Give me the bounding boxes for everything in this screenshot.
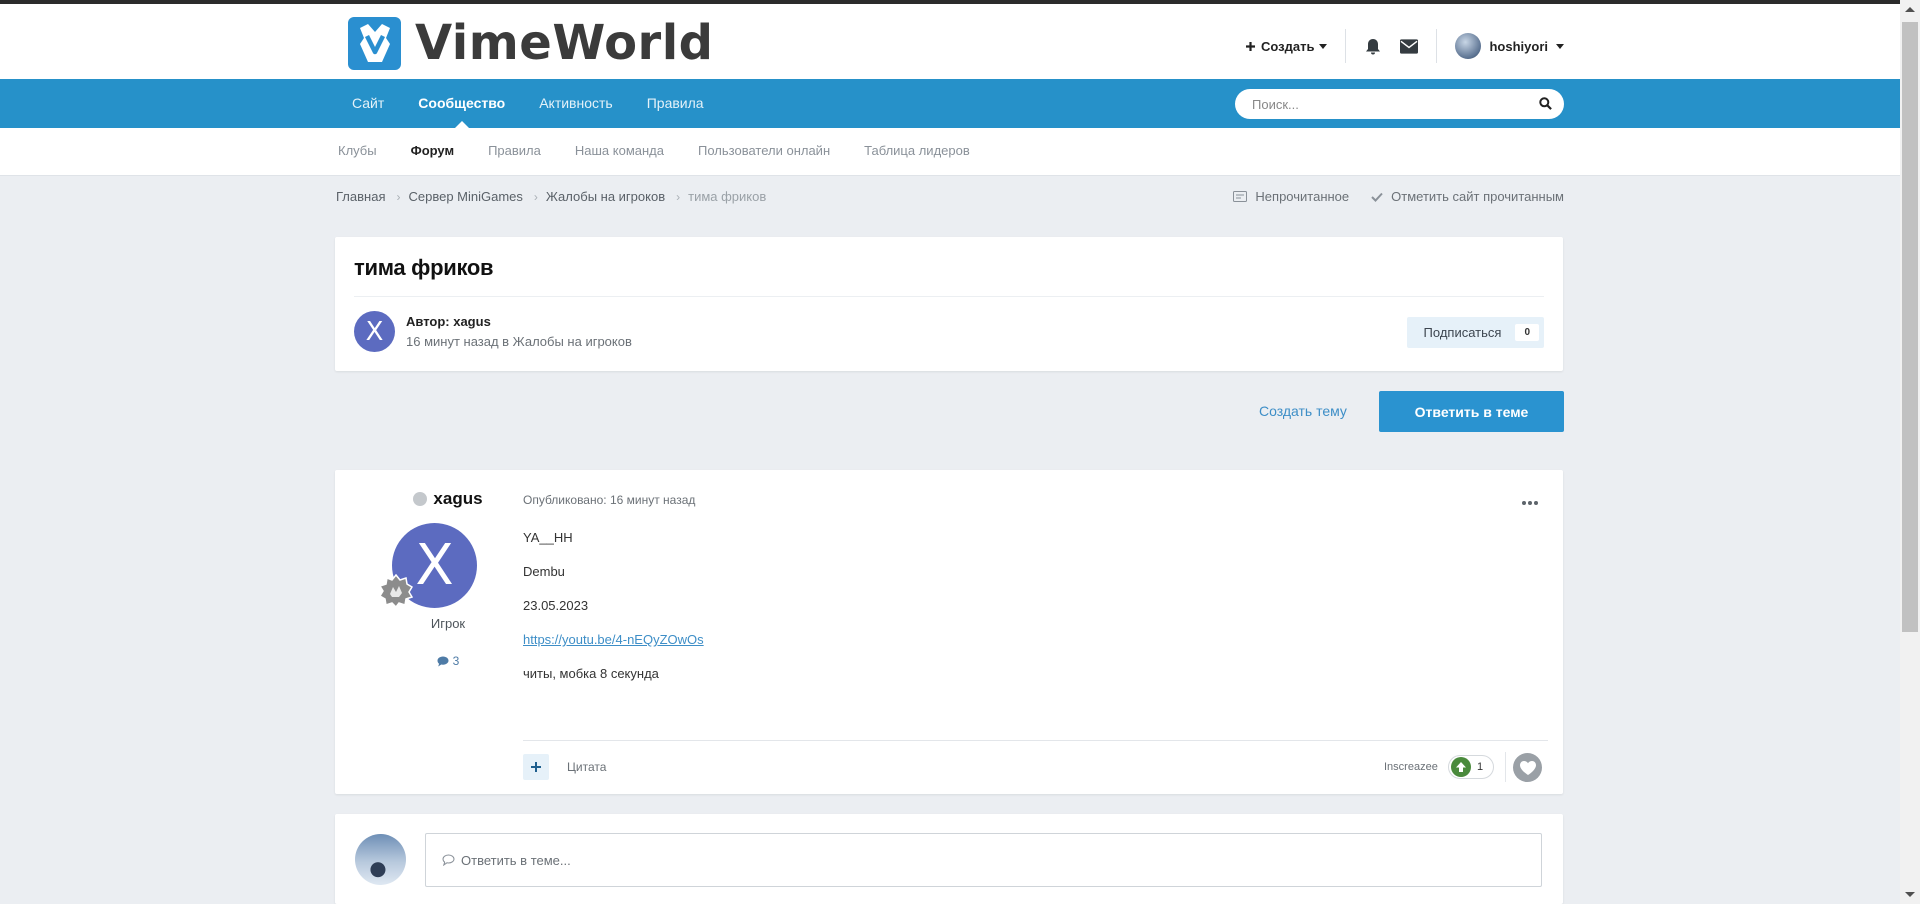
topic-author[interactable]: Автор: xagus (406, 314, 491, 329)
breadcrumb-actions: Непрочитанное Отметить сайт прочитанным (1233, 189, 1564, 204)
divider (1505, 752, 1506, 782)
breadcrumb-home[interactable]: Главная (336, 189, 385, 204)
follow-label: Подписаться (1423, 325, 1502, 340)
topic-header-card: тима фриков X Автор: xagus 16 минут наза… (335, 237, 1563, 371)
follow-button[interactable]: Подписаться 0 (1406, 317, 1544, 348)
post-body: YA__HH Dembu 23.05.2023 https://youtu.be… (523, 531, 704, 701)
scrollbar-thumb[interactable] (1902, 22, 1918, 632)
breadcrumb-current: тима фриков (688, 189, 767, 204)
create-label: Создать (1261, 38, 1315, 54)
check-icon (1371, 192, 1383, 202)
reputation-user[interactable]: Inscreazee (1384, 761, 1438, 773)
arrow-up-icon (1451, 757, 1471, 777)
chevron-right-icon: › (396, 189, 401, 204)
multiquote-button[interactable] (523, 754, 549, 780)
topic-title: тима фриков (354, 255, 494, 280)
reply-placeholder: Ответить в теме... (461, 852, 571, 868)
scroll-up-arrow-icon[interactable] (1905, 7, 1915, 12)
nav-item-community[interactable]: Сообщество (401, 79, 522, 128)
subnav-item-online-users[interactable]: Пользователи онлайн (681, 128, 847, 175)
nav-item-rules[interactable]: Правила (630, 79, 721, 128)
reputation-count: 1 (1477, 761, 1484, 773)
create-menu-button[interactable]: Создать (1245, 29, 1347, 63)
post-author-block: xagus (394, 489, 502, 509)
caret-down-icon (1556, 43, 1564, 49)
chevron-right-icon: › (676, 189, 681, 204)
post-line: читы, мобка 8 секунда (523, 666, 659, 681)
breadcrumb-forum[interactable]: Жалобы на игроков (546, 189, 665, 204)
reputation-badge[interactable]: 1 (1448, 755, 1494, 779)
reply-topic-button[interactable]: Ответить в теме (1379, 391, 1564, 432)
post-date: Опубликовано: 16 минут назад (523, 493, 696, 507)
envelope-icon (1400, 38, 1419, 54)
mark-read-label: Отметить сайт прочитанным (1391, 189, 1564, 204)
post-card: xagus X Игрок 3 Опубликовано: 16 минут н… (335, 470, 1563, 794)
create-topic-button[interactable]: Создать тему (1249, 391, 1357, 431)
ellipsis-icon (1522, 501, 1538, 505)
subnav-item-rules[interactable]: Правила (471, 128, 558, 175)
chevron-right-icon: › (533, 189, 538, 204)
search-input[interactable] (1250, 95, 1524, 113)
post-author-role: Игрок (430, 616, 466, 631)
logo-text: VimeWorld (415, 15, 714, 71)
user-avatar (1455, 33, 1482, 59)
caret-down-icon (1319, 43, 1328, 49)
secondary-nav: Клубы Форум Правила Наша команда Пользов… (0, 128, 1900, 176)
mark-read-link[interactable]: Отметить сайт прочитанным (1371, 189, 1564, 204)
post-line: 23.05.2023 (523, 598, 589, 613)
topic-author-avatar[interactable]: X (354, 311, 395, 352)
current-user-avatar (355, 834, 406, 885)
speech-bubble-icon (442, 854, 455, 866)
breadcrumb-server[interactable]: Сервер MiniGames (408, 189, 522, 204)
search-box (1235, 89, 1564, 119)
site-logo[interactable]: VimeWorld (348, 15, 714, 71)
breadcrumb: Главная › Сервер MiniGames › Жалобы на игр… (336, 189, 766, 204)
reply-editor[interactable]: Ответить в теме... (425, 833, 1542, 887)
post-line: YA__HH (523, 530, 573, 545)
user-menu[interactable]: hoshiyori (1455, 33, 1564, 59)
post-video-link[interactable]: https://youtu.be/4-nEQyZOwOs (523, 632, 704, 647)
username: hoshiyori (1489, 38, 1548, 54)
subnav-item-forum[interactable]: Форум (394, 128, 471, 175)
unread-label: Непрочитанное (1255, 189, 1350, 204)
header-separator (1436, 29, 1438, 63)
unread-icon (1233, 191, 1248, 202)
badge-icon (379, 574, 413, 608)
page-scrollbar[interactable] (1900, 0, 1920, 904)
messages-button[interactable] (1400, 37, 1419, 55)
quote-button[interactable]: Цитата (567, 760, 606, 774)
reply-card: Ответить в теме... (335, 814, 1563, 904)
heart-icon (1519, 760, 1536, 775)
offline-status-icon (413, 492, 428, 506)
plus-icon (531, 762, 541, 772)
divider (523, 740, 1548, 741)
post-line: Dembu (523, 564, 565, 579)
unread-link[interactable]: Непрочитанное (1233, 189, 1349, 204)
plus-icon (1246, 41, 1256, 51)
subnav-item-clubs[interactable]: Клубы (321, 128, 394, 175)
scroll-down-arrow-icon[interactable] (1905, 892, 1915, 897)
nav-item-site[interactable]: Сайт (335, 79, 401, 128)
post-options-button[interactable] (1522, 492, 1538, 510)
subnav-item-leaderboard[interactable]: Таблица лидеров (847, 128, 987, 175)
post-author-name[interactable]: xagus (433, 489, 482, 509)
primary-nav: Сайт Сообщество Активность Правила (0, 79, 1900, 128)
bell-icon (1366, 38, 1381, 54)
search-icon[interactable] (1539, 97, 1552, 110)
subnav-item-team[interactable]: Наша команда (558, 128, 681, 175)
like-button[interactable] (1513, 753, 1542, 782)
follow-count: 0 (1515, 324, 1539, 341)
divider (354, 296, 1544, 297)
post-count-value: 3 (452, 654, 460, 668)
comment-icon (437, 656, 449, 666)
topic-meta: 16 минут назад в Жалобы на игроков (406, 334, 632, 349)
notifications-button[interactable] (1364, 37, 1382, 55)
vimeworld-logo-icon (348, 16, 401, 70)
nav-item-activity[interactable]: Активность (522, 79, 630, 128)
site-header: VimeWorld Создать hoshiyori (0, 4, 1900, 79)
post-author-post-count[interactable]: 3 (394, 654, 502, 668)
